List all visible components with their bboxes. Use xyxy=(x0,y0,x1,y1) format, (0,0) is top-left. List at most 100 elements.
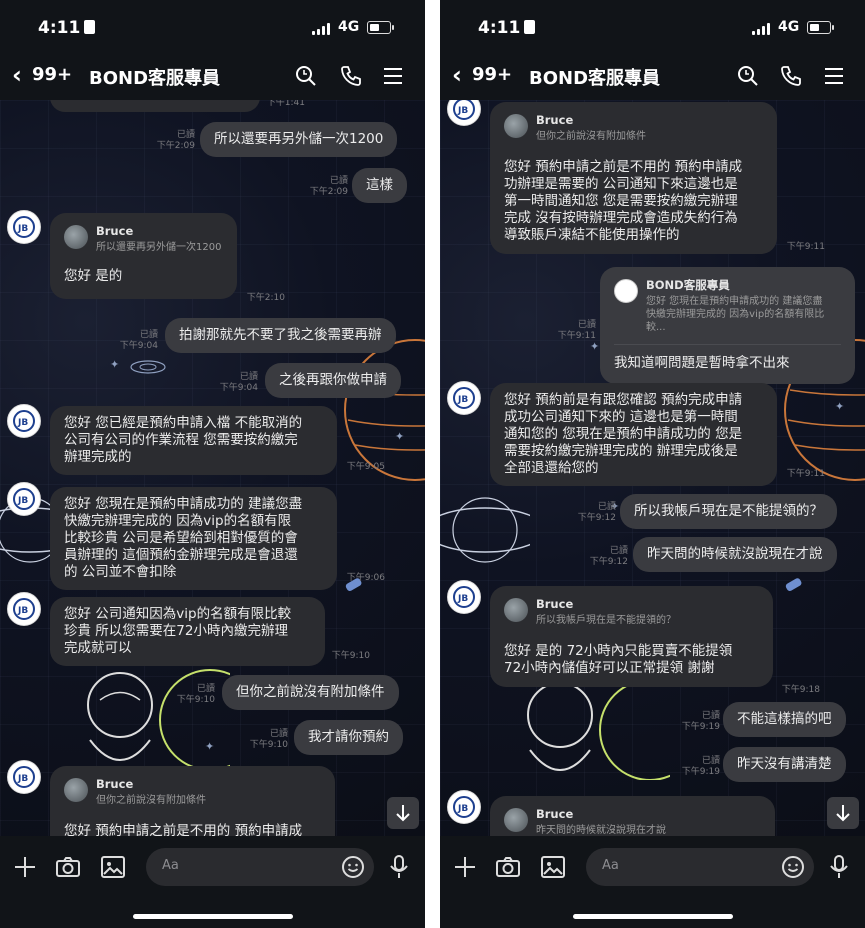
back-icon[interactable]: ‹ xyxy=(12,60,22,90)
message-bubble-sent[interactable]: 昨天沒有講清楚 xyxy=(723,747,846,782)
chat-area[interactable]: ✦ ✦ ✦ ✦ 下午1:41 已讀下午2:09 所以還要再另外儲一次1200 已… xyxy=(0,100,425,836)
status-bar: 4:11 4G xyxy=(440,0,865,52)
message-meta: 已讀 下午9:04 xyxy=(119,330,158,351)
message-bubble-sent[interactable]: 之後再跟你做申請 xyxy=(265,363,401,398)
avatar[interactable]: JB xyxy=(7,210,41,244)
svg-text:JB: JB xyxy=(17,774,28,784)
avatar[interactable]: JB xyxy=(7,592,41,626)
status-bar: 4:11 4G xyxy=(0,0,425,52)
message-bubble-reply-sent[interactable]: BOND客服專員 您好 您現在是預約申請成功的 建議您盡 快繳完辦理完成的 因為v… xyxy=(600,267,855,384)
message-bubble-sent[interactable]: 所以還要再另外儲一次1200 xyxy=(200,122,398,157)
quoted-message[interactable]: BOND客服專員 您好 您現在是預約申請成功的 建議您盡 快繳完辦理完成的 因為v… xyxy=(614,277,841,345)
message-meta: 已讀 下午9:12 xyxy=(577,502,616,523)
arrow-down-icon xyxy=(396,805,410,822)
phone-icon[interactable] xyxy=(779,64,803,88)
emoji-icon[interactable] xyxy=(340,854,366,880)
back-icon[interactable]: ‹ xyxy=(452,60,462,90)
status-time: 4:11 xyxy=(478,18,536,38)
message-bubble-sent[interactable]: 拍謝那就先不要了我之後需要再辦 xyxy=(165,318,396,353)
network-label: 4G xyxy=(338,19,360,35)
signal-icon xyxy=(312,23,332,35)
message-bubble-received[interactable]: 您好 預約前是有跟您確認 預約完成申請 成功公司通知下來的 這邊也是第一時間 通… xyxy=(490,383,777,486)
message-bubble-partial[interactable] xyxy=(50,100,260,112)
search-icon[interactable] xyxy=(736,64,760,88)
quote-avatar xyxy=(504,808,528,832)
unread-count[interactable]: 99+ xyxy=(32,64,72,85)
message-meta: 下午9:11 xyxy=(786,469,825,479)
quote-avatar xyxy=(64,778,88,802)
camera-icon[interactable] xyxy=(55,854,81,880)
message-meta: 已讀 下午2:09 xyxy=(309,176,348,197)
message-meta: 下午9:10 xyxy=(331,651,370,661)
message-bubble-sent[interactable]: 但你之前說沒有附加條件 xyxy=(222,675,399,710)
emoji-icon[interactable] xyxy=(780,854,806,880)
battery-icon xyxy=(807,21,834,34)
svg-text:JB: JB xyxy=(457,594,468,604)
menu-icon[interactable] xyxy=(381,64,405,88)
mic-icon[interactable] xyxy=(826,854,852,880)
message-meta: 下午9:06 xyxy=(346,573,385,583)
avatar[interactable]: JB xyxy=(447,381,481,415)
message-bubble-reply[interactable]: Bruce 但你之前說沒有附加條件 您好 預約申請之前是不用的 預約申請成 xyxy=(50,766,335,836)
camera-icon[interactable] xyxy=(495,854,521,880)
signal-icon xyxy=(752,23,772,35)
quote-avatar xyxy=(504,598,528,622)
quoted-message[interactable]: Bruce 所以我帳戶現在是不能提領的？ xyxy=(504,596,759,635)
message-meta: 已讀 下午9:10 xyxy=(249,729,288,750)
scroll-down-button[interactable] xyxy=(827,797,859,829)
svg-text:JB: JB xyxy=(17,224,28,234)
message-meta: 已讀 下午9:12 xyxy=(589,546,628,567)
message-meta: 下午9:05 xyxy=(346,462,385,472)
message-bubble-reply[interactable]: Bruce 所以我帳戶現在是不能提領的？ 您好 是的 72小時內只能買賣不能提領 … xyxy=(490,586,773,687)
image-icon[interactable] xyxy=(540,854,566,880)
svg-text:JB: JB xyxy=(457,395,468,405)
mic-icon[interactable] xyxy=(386,854,412,880)
avatar[interactable]: JB xyxy=(447,580,481,614)
quote-avatar xyxy=(614,279,638,303)
phone-screen-right: 4:11 4G ‹ 99+ BOND客服專員 ✦ ✦ ✦ JB Bruce 但你之… xyxy=(440,0,865,928)
scroll-down-button[interactable] xyxy=(387,797,419,829)
message-input[interactable]: Aa xyxy=(146,848,374,886)
message-bubble-sent[interactable]: 昨天問的時候就沒說現在才說 xyxy=(633,537,837,572)
search-icon[interactable] xyxy=(294,64,318,88)
plus-icon[interactable] xyxy=(452,854,478,880)
message-bubble-reply[interactable]: Bruce 所以還要再另外儲一次1200 您好 是的 xyxy=(50,213,237,299)
quoted-message[interactable]: Bruce 所以還要再另外儲一次1200 xyxy=(64,223,223,262)
quoted-message[interactable]: Bruce 但你之前說沒有附加條件 xyxy=(504,112,763,151)
phone-icon[interactable] xyxy=(339,64,363,88)
quoted-message[interactable]: Bruce 但你之前說沒有附加條件 xyxy=(64,776,321,815)
home-indicator[interactable] xyxy=(133,914,293,919)
message-bubble-reply[interactable]: Bruce 但你之前說沒有附加條件 您好 預約申請之前是不用的 預約申請成 功辦理… xyxy=(490,102,777,254)
message-bubble-received[interactable]: 您好 您已經是預約申請入檔 不能取消的 公司有公司的作業流程 您需要按約繳完 辦… xyxy=(50,406,337,475)
status-time: 4:11 xyxy=(38,18,96,38)
unread-count[interactable]: 99+ xyxy=(472,64,512,85)
phone-screen-left: 4:11 4G ‹ 99+ BOND客服專員 ✦ ✦ ✦ ✦ 下午1:41 已讀… xyxy=(0,0,425,928)
home-indicator[interactable] xyxy=(573,914,733,919)
message-bubble-sent[interactable]: 不能這樣搞的吧 xyxy=(723,702,846,737)
chat-header: ‹ 99+ BOND客服專員 xyxy=(440,52,865,100)
avatar[interactable]: JB xyxy=(447,790,481,824)
message-bubble-sent[interactable]: 所以我帳戶現在是不能提領的？ xyxy=(620,494,837,529)
message-meta: 下午2:10 xyxy=(246,293,285,303)
plus-icon[interactable] xyxy=(12,854,38,880)
chat-header: ‹ 99+ BOND客服專員 xyxy=(0,52,425,100)
menu-icon[interactable] xyxy=(822,64,846,88)
quoted-message[interactable]: Bruce 昨天問的時候就沒說現在才說 xyxy=(504,806,761,836)
message-meta: 已讀 下午9:11 xyxy=(557,320,596,341)
avatar[interactable]: JB xyxy=(7,404,41,438)
message-meta: 已讀 下午9:19 xyxy=(681,756,720,777)
chat-area[interactable]: ✦ ✦ ✦ JB Bruce 但你之前說沒有附加條件 您好 預約申請之前是不用的 … xyxy=(440,100,865,836)
message-meta: 已讀 下午9:10 xyxy=(176,684,215,705)
message-bubble-received[interactable]: 您好 公司通知因為vip的名額有限比較 珍貴 所以您需要在72小時內繳完辦理 完… xyxy=(50,597,325,666)
message-input[interactable]: Aa xyxy=(586,848,814,886)
message-bubble-reply[interactable]: Bruce 昨天問的時候就沒說現在才說 xyxy=(490,796,775,836)
svg-text:JB: JB xyxy=(457,106,468,116)
message-bubble-sent[interactable]: 這樣 xyxy=(352,168,407,203)
svg-text:JB: JB xyxy=(457,804,468,814)
message-bubble-sent[interactable]: 我才請你預約 xyxy=(294,720,403,755)
avatar[interactable]: JB xyxy=(7,760,41,794)
image-icon[interactable] xyxy=(100,854,126,880)
message-bubble-received[interactable]: 您好 您現在是預約申請成功的 建議您盡 快繳完辦理完成的 因為vip的名額有限 … xyxy=(50,487,337,590)
message-meta: 下午9:11 xyxy=(786,242,825,252)
avatar[interactable]: JB xyxy=(7,482,41,516)
